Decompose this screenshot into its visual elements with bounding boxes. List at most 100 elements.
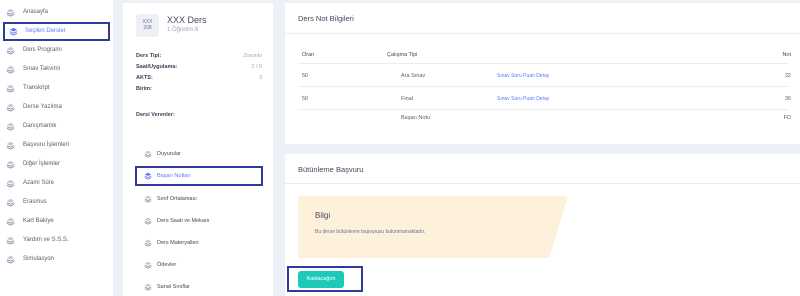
info-value: Zorunlu — [243, 53, 262, 59]
layers-icon — [6, 8, 15, 17]
makeup-title: Bütünleme Başvuru — [298, 165, 364, 174]
sidebar-item-label: Başvuru İşlemleri — [23, 142, 70, 148]
layers-icon — [6, 65, 15, 74]
join-button[interactable]: Katılacağım — [298, 271, 344, 288]
sidebar-item-secilen-dersler[interactable]: Seçilen Dersler — [3, 22, 110, 41]
cell-ratio: 50 — [302, 96, 309, 102]
panel-divider — [285, 183, 800, 184]
course-menu-sanal-siniflar[interactable]: Sanal Sınıflar — [135, 277, 263, 296]
layers-icon — [6, 255, 15, 264]
sidebar-item-label: Danışmanlık — [23, 123, 57, 129]
sidebar-item-label: Kart Bakiye — [23, 218, 54, 224]
cell-grade: FD — [783, 115, 791, 121]
info-key: Saat/Uygulama: — [136, 64, 178, 70]
layers-icon — [6, 236, 15, 245]
sidebar-item-azami-sure[interactable]: Azami Süre — [0, 174, 113, 193]
panel-divider — [285, 33, 800, 34]
cell-type: Final — [401, 96, 413, 102]
course-menu-basari-notlari[interactable]: Başarı Notları — [135, 166, 263, 186]
info-value: 3 — [258, 75, 262, 81]
layers-icon — [144, 150, 152, 158]
course-name: XXX Ders — [167, 15, 207, 25]
makeup-panel: Bütünleme Başvuru Bilgi Bu derse bütünle… — [285, 154, 800, 296]
sidebar-item-ders-programi[interactable]: Ders Programı — [0, 41, 113, 60]
layers-icon — [6, 217, 15, 226]
layers-icon — [6, 122, 15, 131]
course-menu-ders-saati[interactable]: Ders Saati ve Mekanı — [135, 211, 263, 231]
layers-icon — [6, 84, 15, 93]
info-value: 2 / 0 — [251, 64, 262, 70]
grades-title: Ders Not Bilgileri — [298, 14, 354, 23]
layers-icon — [9, 27, 18, 36]
column-header-ratio: Oran — [302, 52, 315, 58]
grades-panel: Ders Not Bilgileri Oran Çalışma Tipi Not… — [285, 3, 800, 144]
course-menu-label: Ders Materyalleri — [157, 240, 199, 246]
sidebar-item-anasayfa[interactable]: Anasayfa — [0, 3, 113, 22]
course-menu-ders-materyalleri[interactable]: Ders Materyalleri — [135, 233, 263, 253]
course-code-line2: 208 — [143, 25, 152, 31]
layers-icon — [6, 103, 15, 112]
sidebar-item-derse-yazilma[interactable]: Derse Yazılma — [0, 98, 113, 117]
course-menu-sinif-ortalamasi[interactable]: Sınıf Ortalaması — [135, 189, 263, 209]
info-row-akts: AKTS: 3 — [136, 75, 262, 84]
sidebar-item-yardim[interactable]: Yardım ve S.S.S. — [0, 231, 113, 250]
layers-icon — [6, 179, 15, 188]
sidebar-item-danismanlik[interactable]: Danışmanlık — [0, 117, 113, 136]
table-divider — [298, 63, 788, 64]
cell-ratio: 50 — [302, 73, 309, 79]
sidebar-item-label: Transkript — [23, 85, 50, 91]
sidebar-item-kart-bakiye[interactable]: Kart Bakiye — [0, 212, 113, 231]
cell-grade: 32 — [784, 73, 791, 79]
layers-icon — [6, 46, 15, 55]
sidebar-item-basvuru-islemleri[interactable]: Başvuru İşlemleri — [0, 136, 113, 155]
layers-icon — [144, 261, 152, 269]
layers-icon — [6, 198, 15, 207]
course-menu-label: Sınıf Ortalaması — [157, 196, 197, 202]
sidebar-item-label: Ders Programı — [23, 47, 63, 53]
info-key: Birim: — [136, 86, 152, 92]
sidebar-item-diger-islemler[interactable]: Diğer İşlemler — [0, 155, 113, 174]
course-menu-label: Ders Saati ve Mekanı — [157, 218, 210, 224]
table-divider — [298, 86, 788, 87]
sidebar: Anasayfa Seçilen Dersler Ders Programı S… — [0, 0, 113, 296]
layers-icon — [144, 239, 152, 247]
sidebar-item-transkript[interactable]: Transkript — [0, 79, 113, 98]
sidebar-item-label: Simulasyon — [23, 256, 55, 262]
course-code-badge: XXX 208 — [136, 14, 159, 37]
layers-icon — [6, 160, 15, 169]
layers-icon — [144, 172, 152, 180]
layers-icon — [144, 195, 152, 203]
sidebar-item-label: Azami Süre — [23, 180, 55, 186]
course-panel: XXX 208 XXX Ders 1.Öğretim.6 Ders Tipi: … — [123, 3, 273, 296]
alert-title: Bilgi — [315, 211, 331, 220]
sidebar-item-label: Sınav Takvimi — [23, 66, 60, 72]
course-menu-label: Duyurular — [157, 151, 181, 157]
sidebar-item-erasmus[interactable]: Erasmus — [0, 193, 113, 212]
course-menu-label: Ödevler — [157, 262, 177, 268]
course-lecturer: 1.Öğretim.6 — [167, 27, 199, 33]
info-alert: Bilgi Bu derse bütünleme başvurusu bulun… — [298, 196, 568, 258]
sidebar-item-label: Anasayfa — [23, 9, 49, 15]
sidebar-item-label: Yardım ve S.S.S. — [23, 237, 69, 243]
cell-type: Başarı Notu — [401, 115, 431, 121]
column-header-grade: Not — [782, 52, 791, 58]
exam-detail-link[interactable]: Sınav Soru Puan Detay — [497, 96, 549, 102]
info-key: Ders Tipi: — [136, 53, 162, 59]
table-divider — [298, 109, 788, 110]
layers-icon — [144, 217, 152, 225]
course-menu-label: Başarı Notları — [157, 173, 191, 179]
sidebar-item-label: Erasmus — [23, 199, 47, 205]
join-button-highlight: Katılacağım — [287, 266, 363, 292]
cell-grade: 36 — [784, 96, 791, 102]
course-menu-duyurular[interactable]: Duyurular — [135, 144, 263, 164]
info-key: AKTS: — [136, 75, 153, 81]
exam-detail-link[interactable]: Sınav Soru Puan Detay — [497, 73, 549, 79]
info-row-hours: Saat/Uygulama: 2 / 0 — [136, 64, 262, 73]
course-menu-odevler[interactable]: Ödevler — [135, 255, 263, 275]
cell-type: Ara Sınav — [401, 73, 426, 79]
column-header-type: Çalışma Tipi — [387, 52, 418, 58]
course-menu-label: Sanal Sınıflar — [157, 284, 191, 290]
info-row-type: Ders Tipi: Zorunlu — [136, 53, 262, 62]
sidebar-item-simulasyon[interactable]: Simulasyon — [0, 250, 113, 269]
sidebar-item-sinav-takvimi[interactable]: Sınav Takvimi — [0, 60, 113, 79]
